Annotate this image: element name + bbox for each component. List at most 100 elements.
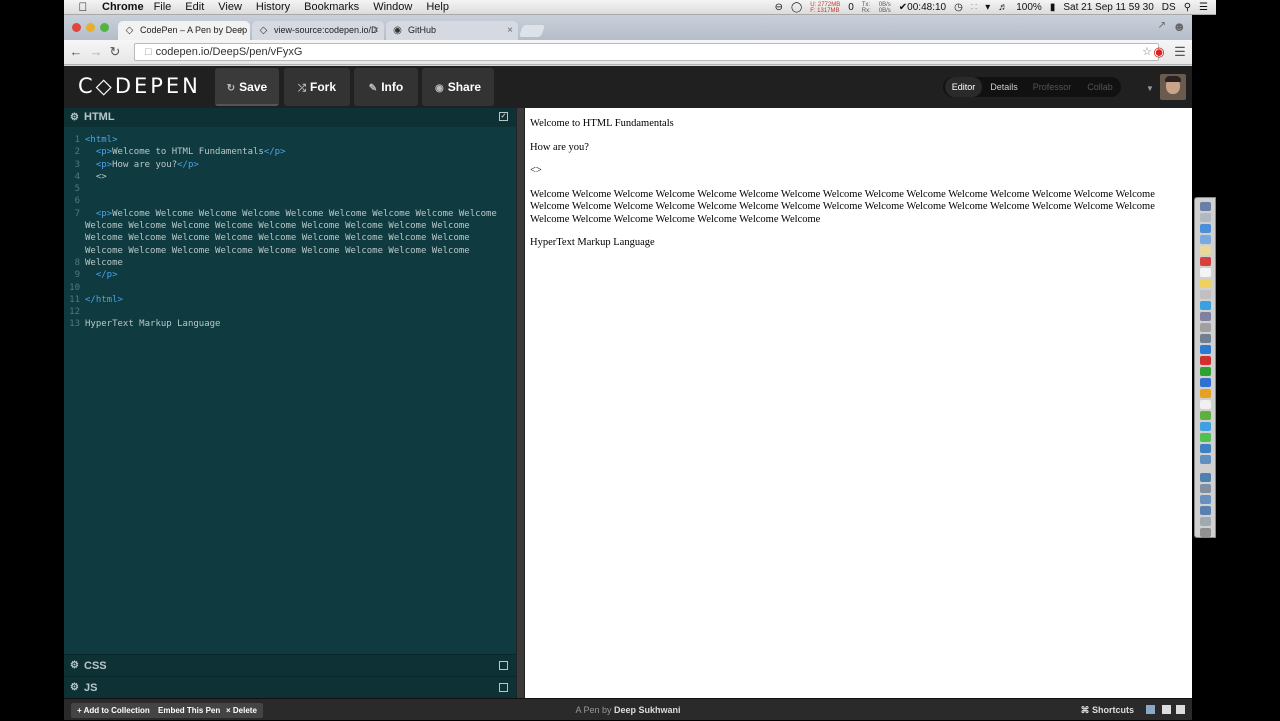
css-panel-header[interactable]: ⚙ CSS [64, 654, 516, 676]
dock-app-icon[interactable] [1200, 257, 1211, 266]
code-line[interactable]: </p> [85, 269, 505, 281]
dock-app-icon[interactable] [1200, 224, 1211, 233]
timer-readout[interactable]: ✔00:48:10 [899, 2, 946, 13]
dock-app-icon[interactable] [1200, 389, 1211, 398]
html-code-area[interactable]: <html> <p>Welcome to HTML Fundamentals</… [85, 134, 505, 343]
code-line[interactable]: <html> [85, 134, 505, 146]
tab-github[interactable]: ◉ GitHub × [386, 21, 518, 40]
code-line[interactable] [85, 183, 505, 195]
code-line[interactable]: <p>How are you?</p> [85, 159, 505, 171]
dock-app-icon[interactable] [1200, 378, 1211, 387]
tab-codepen[interactable]: ◇ CodePen – A Pen by Deep × [118, 21, 250, 40]
gear-icon[interactable]: ⚙ [70, 108, 79, 127]
avatar[interactable] [1160, 74, 1186, 100]
view-collab[interactable]: Collab [1081, 77, 1119, 97]
menu-bookmarks[interactable]: Bookmarks [304, 1, 359, 13]
delete-button[interactable]: × Delete [220, 703, 263, 718]
dock-app-icon[interactable] [1200, 422, 1211, 431]
clock[interactable]: Sat 21 Sep 11 59 30 [1063, 2, 1153, 13]
notification-center-icon[interactable]: ☰ [1199, 2, 1208, 13]
code-line[interactable]: HyperText Markup Language [85, 318, 505, 330]
code-line[interactable] [85, 306, 505, 318]
expand-icon[interactable] [499, 683, 508, 692]
menu-window[interactable]: Window [373, 1, 412, 13]
dock-app-icon[interactable] [1200, 356, 1211, 365]
fork-button[interactable]: ⤮ Fork [284, 68, 350, 106]
dock-folder-icon[interactable] [1200, 495, 1211, 504]
code-line[interactable] [85, 331, 505, 343]
close-window-icon[interactable] [72, 23, 81, 32]
code-line[interactable]: <p>Welcome to HTML Fundamentals</p> [85, 146, 505, 158]
user-menu[interactable]: DS [1162, 2, 1176, 13]
opera-extension-icon[interactable]: ◉ [1151, 44, 1167, 60]
dock-app-icon[interactable] [1200, 334, 1211, 343]
tab-view-source[interactable]: ◇ view-source:codepen.io/D × [252, 21, 384, 40]
layout-left-icon[interactable] [1146, 705, 1155, 714]
view-details[interactable]: Details [986, 77, 1022, 97]
bluetooth-icon[interactable]: ∷ [971, 2, 977, 13]
share-button[interactable]: ◉ Share [422, 68, 494, 106]
view-editor[interactable]: Editor [945, 77, 982, 97]
menu-history[interactable]: History [256, 1, 290, 13]
chevron-down-icon[interactable]: ▼ [1146, 84, 1154, 93]
dock-folder-icon[interactable] [1200, 484, 1211, 493]
trash-icon[interactable] [1200, 528, 1211, 537]
js-panel-header[interactable]: ⚙ JS [64, 676, 516, 698]
dock-app-icon[interactable] [1200, 455, 1211, 464]
dock-folder-icon[interactable] [1200, 517, 1211, 526]
dock-app-icon[interactable] [1200, 268, 1211, 277]
wifi-icon[interactable]: ▾ [985, 2, 990, 13]
gear-icon[interactable]: ⚙ [70, 677, 79, 699]
dock-folder-icon[interactable] [1200, 506, 1211, 515]
menu-icon[interactable]: ☰ [1172, 44, 1188, 60]
minimize-window-icon[interactable] [86, 23, 95, 32]
code-line[interactable]: </html> [85, 294, 505, 306]
pane-resize-handle[interactable] [516, 108, 525, 698]
dock-app-icon[interactable] [1200, 202, 1211, 211]
layout-right-icon[interactable] [1176, 705, 1185, 714]
fullscreen-icon[interactable]: ↗ [1158, 20, 1166, 31]
shortcuts-button[interactable]: ⌘ Shortcuts [1080, 699, 1134, 721]
dock-app-icon[interactable] [1200, 444, 1211, 453]
code-line[interactable]: <> [85, 171, 505, 183]
back-icon[interactable]: ← [68, 44, 84, 60]
sync-icon[interactable]: ⊖ [775, 2, 783, 13]
dock-folder-icon[interactable] [1200, 473, 1211, 482]
embed-button[interactable]: Embed This Pen [152, 703, 227, 718]
chat-icon[interactable]: ◯ [791, 2, 802, 13]
dock-app-icon[interactable] [1200, 345, 1211, 354]
close-tab-icon[interactable]: × [239, 21, 245, 40]
time-machine-icon[interactable]: ◷ [954, 2, 963, 13]
dock-app-icon[interactable] [1200, 312, 1211, 321]
dock-app-icon[interactable] [1200, 235, 1211, 244]
forward-icon[interactable]: → [88, 44, 104, 60]
close-tab-icon[interactable]: × [507, 21, 513, 40]
dock-app-icon[interactable] [1200, 279, 1211, 288]
volume-icon[interactable]: ♬ [998, 2, 1008, 13]
gear-icon[interactable]: ⚙ [70, 655, 79, 677]
view-professor[interactable]: Professor [1027, 77, 1077, 97]
save-button[interactable]: ↻ Save [215, 68, 279, 106]
code-line[interactable]: <p>Welcome Welcome Welcome Welcome Welco… [85, 208, 505, 269]
reload-icon[interactable]: ↻ [107, 44, 123, 60]
dock-app-icon[interactable] [1200, 290, 1211, 299]
menu-help[interactable]: Help [426, 1, 449, 13]
dock-app-icon[interactable] [1200, 301, 1211, 310]
menu-app-name[interactable]: Chrome [102, 1, 144, 13]
dock-app-icon[interactable] [1200, 367, 1211, 376]
apple-icon[interactable]:  [72, 0, 94, 14]
dock-app-icon[interactable] [1200, 323, 1211, 332]
url-bar[interactable]: □ codepen.io/DeepS/pen/vFyxG ☆ [134, 43, 1159, 61]
menu-file[interactable]: File [154, 1, 172, 13]
dock-app-icon[interactable] [1200, 213, 1211, 222]
html-panel-header[interactable]: ⚙ HTML ✓ [64, 108, 516, 127]
code-line[interactable] [85, 282, 505, 294]
zoom-window-icon[interactable] [100, 23, 109, 32]
expand-icon[interactable]: ✓ [499, 112, 508, 121]
codepen-logo[interactable]: C◇DEPEN [78, 74, 201, 98]
add-to-collection-button[interactable]: + Add to Collection [71, 703, 156, 718]
info-button[interactable]: ✎ Info [354, 68, 418, 106]
menu-view[interactable]: View [218, 1, 242, 13]
dock-app-icon[interactable] [1200, 246, 1211, 255]
menu-edit[interactable]: Edit [185, 1, 204, 13]
